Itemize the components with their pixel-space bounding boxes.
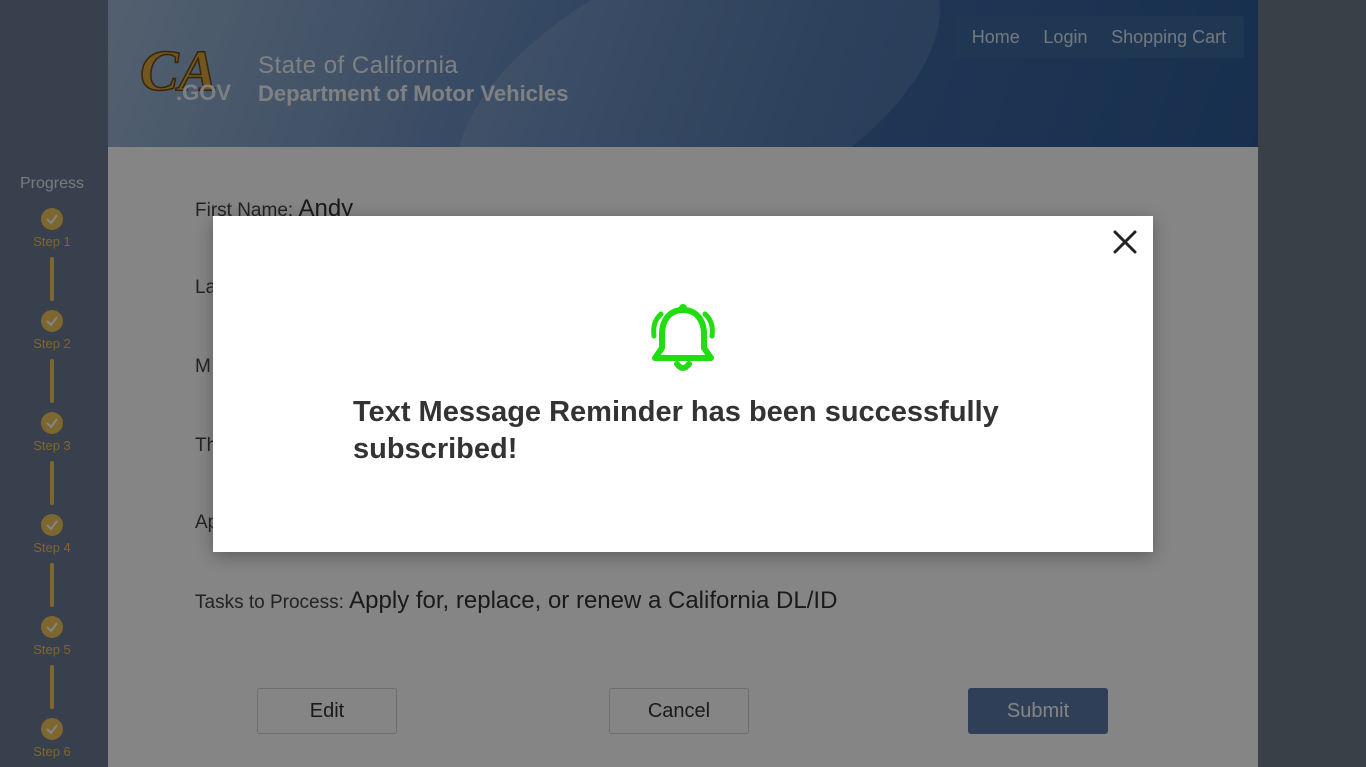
bell-icon — [651, 304, 715, 371]
success-message: Text Message Reminder has been successfu… — [353, 396, 999, 465]
close-icon[interactable] — [1111, 228, 1139, 256]
success-modal: Text Message Reminder has been successfu… — [213, 216, 1153, 552]
